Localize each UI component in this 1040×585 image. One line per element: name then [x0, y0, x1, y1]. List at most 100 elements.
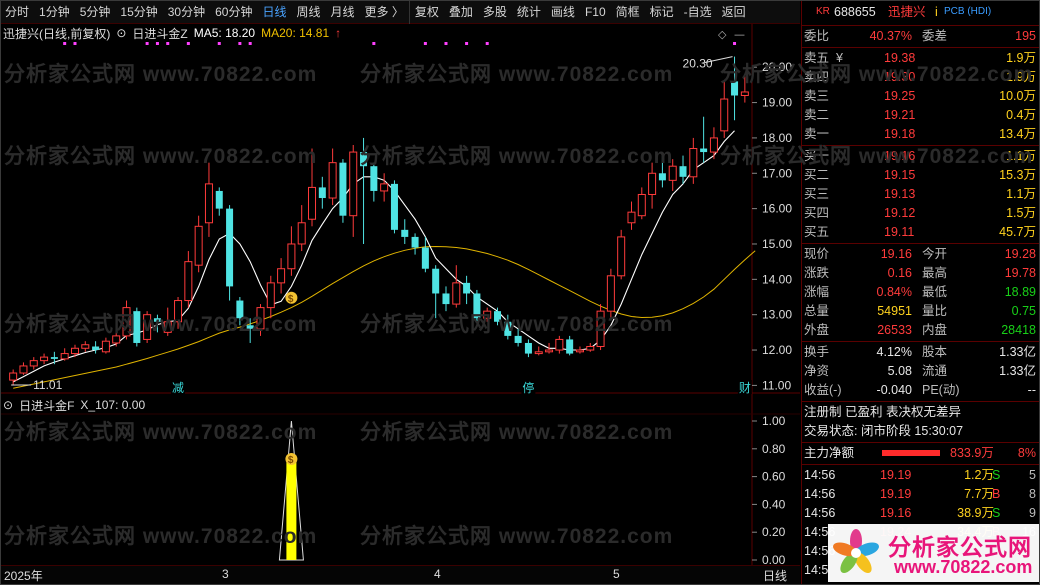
- toolbar-item-15[interactable]: F10: [580, 0, 611, 24]
- listing-tags: 注册制 已盈利 表决权无差异: [804, 405, 961, 419]
- toolbar-item-12[interactable]: 多股: [478, 0, 512, 24]
- x-axis-bar: [0, 565, 800, 585]
- toolbar-item-1[interactable]: 1分钟: [34, 0, 75, 24]
- main-net-bar: [882, 450, 940, 456]
- quote-cell: 19.78: [1004, 266, 1036, 280]
- logo-url: www.70822.com: [894, 557, 1033, 577]
- candle-body: [318, 187, 326, 199]
- weibi-row: 委比 40.37% 委差 195: [802, 27, 1040, 46]
- toolbar-item-18[interactable]: -自选: [679, 0, 717, 24]
- circle-icon[interactable]: ⊙: [116, 26, 126, 40]
- tick-price: 19.19: [880, 487, 912, 501]
- y-tick-label: 13.00: [762, 308, 792, 322]
- site-logo: 分析家公式网 www.70822.com: [828, 524, 1040, 582]
- pink-marker: [145, 42, 149, 45]
- pink-marker: [444, 42, 448, 45]
- bid-row: 买二 19.15 15.3万: [802, 166, 1040, 185]
- chart-area[interactable]: 20.00 19.00 18.00 17.00 16.00 15.00 14.00 13.00…: [0, 24, 800, 565]
- tick-count: 8: [1029, 487, 1036, 501]
- kline-chart[interactable]: 20.00 19.00 18.00 17.00 16.00 15.00 14.00 13.00…: [0, 24, 800, 565]
- toolbar-item-5[interactable]: 60分钟: [210, 0, 257, 24]
- quote-header: KR 688655 迅捷兴 i PCB (HDI): [802, 0, 1040, 24]
- candle-body: [215, 190, 223, 209]
- candle-body: [504, 321, 512, 336]
- candle-body: [668, 165, 677, 181]
- ask-volume: 1.9万: [1006, 70, 1036, 84]
- quote-cell: 今开: [922, 247, 948, 261]
- period-label[interactable]: 日线: [763, 567, 787, 584]
- tick-side: S: [992, 468, 1001, 482]
- circle-icon[interactable]: ⊙: [3, 398, 13, 412]
- event-badge: 减: [172, 381, 184, 395]
- ask-row: 卖三 19.25 10.0万: [802, 87, 1040, 106]
- pink-marker: [186, 42, 190, 45]
- toolbar-item-13[interactable]: 统计: [512, 0, 546, 24]
- toolbar-item-10[interactable]: 复权: [408, 0, 444, 24]
- toolbar-item-7[interactable]: 周线: [291, 0, 325, 24]
- candle-body: [360, 152, 368, 167]
- candle-body: [143, 314, 152, 340]
- tick-volume: 7.7万: [964, 487, 994, 501]
- ask-row: 卖二 19.21 0.4万: [802, 106, 1040, 125]
- quote-cell: 流通: [922, 364, 948, 378]
- bid-price: 19.11: [884, 225, 915, 239]
- ask-row: 卖四 19.30 1.9万: [802, 68, 1040, 87]
- candle-body: [50, 357, 58, 359]
- quote-cell: 19.16: [880, 247, 912, 261]
- pink-marker: [733, 42, 737, 45]
- quote-cell: 最高: [922, 266, 948, 280]
- quote-cell: 股本: [922, 345, 948, 359]
- tick-time: 14:56: [804, 506, 836, 520]
- candle-body: [153, 318, 161, 322]
- toolbar-item-2[interactable]: 5分钟: [75, 0, 116, 24]
- sub-indicator-name[interactable]: 日进斗金F: [19, 397, 74, 414]
- toolbar-item-19[interactable]: 返回: [717, 0, 751, 24]
- sub-y-tick-label: 0.80: [762, 442, 786, 456]
- toolbar-item-16[interactable]: 简框: [611, 0, 645, 24]
- candle-body: [29, 360, 38, 367]
- tick-volume: 38.9万: [957, 506, 994, 520]
- bid-label: 买二: [804, 168, 830, 182]
- candle-body: [421, 247, 429, 269]
- toolbar-item-0[interactable]: 分时: [0, 0, 34, 24]
- minimize-icon: —: [734, 28, 745, 41]
- info-icon[interactable]: i: [935, 0, 938, 24]
- toolbar-item-8[interactable]: 月线: [326, 0, 360, 24]
- candle-body: [236, 300, 244, 319]
- app-window: 分时 1分钟 5分钟 15分钟 30分钟 60分钟 日线 周线 月线 更多 〉复权 叠加 多股 统计 画线…: [0, 0, 1040, 585]
- indicator-name[interactable]: 日进斗金Z: [132, 25, 187, 42]
- toolbar-item-11[interactable]: 叠加: [444, 0, 478, 24]
- y-tick-label: 11.00: [762, 378, 791, 392]
- sub-y-tick-label: 0.00: [762, 553, 786, 565]
- sub-y-tick-label: 0.40: [762, 497, 786, 511]
- candle-body: [596, 310, 605, 348]
- tick-time: 14:56: [804, 468, 836, 482]
- ask-price: 19.18: [884, 127, 916, 141]
- candle-body: [194, 225, 203, 266]
- pink-marker: [238, 42, 242, 45]
- main-legend: 迅捷兴(日线,前复权) ⊙ 日进斗金Z MA5: 18.20 MA20: 14.…: [3, 25, 347, 41]
- y-tick-label: 15.00: [762, 237, 792, 251]
- toolbar-item-9[interactable]: 更多 〉: [360, 0, 409, 24]
- tick-row: 14:56 19.19 7.7万 B 8: [802, 485, 1040, 504]
- candle-body: [700, 148, 708, 153]
- toolbar-item-6[interactable]: 日线: [257, 0, 291, 24]
- ma5-legend: MA5: 18.20: [193, 26, 256, 40]
- toolbar-item-3[interactable]: 15分钟: [115, 0, 162, 24]
- bid-row: 买四 19.12 1.5万: [802, 204, 1040, 223]
- candle-body: [92, 346, 100, 351]
- pink-marker: [423, 42, 427, 45]
- quote-cell: 0.84%: [876, 285, 912, 299]
- candle-body: [689, 148, 698, 178]
- candle-body: [122, 307, 131, 337]
- y-tick-label: 18.00: [762, 131, 792, 145]
- toolbar-item-14[interactable]: 画线: [546, 0, 580, 24]
- toolbar-item-4[interactable]: 30分钟: [163, 0, 210, 24]
- x-axis-label: 5: [613, 567, 620, 581]
- ask-volume: 0.4万: [1006, 108, 1036, 122]
- ask-price: 19.21: [884, 108, 916, 122]
- tick-price: 19.16: [880, 506, 912, 520]
- quote-cell: 外盘: [804, 323, 830, 337]
- toolbar-item-17[interactable]: 标记: [645, 0, 679, 24]
- y-tick-label: 16.00: [762, 202, 792, 216]
